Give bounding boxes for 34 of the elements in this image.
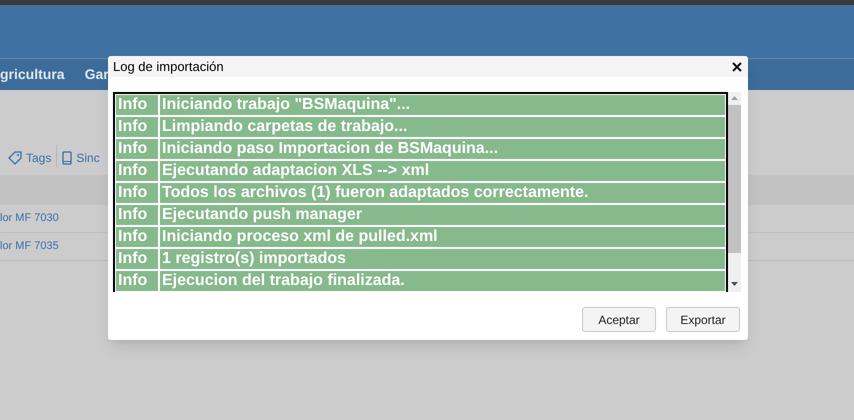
log-message: Iniciando paso Importacion de BSMaquina...: [160, 139, 725, 159]
log-level: Info: [116, 249, 158, 269]
log-message: Ejecucion del trabajo finalizada.: [160, 271, 725, 291]
phone-icon: [62, 151, 72, 165]
log-level: Info: [116, 271, 158, 291]
log-level: Info: [116, 117, 158, 137]
table-link[interactable]: lor MF 7035: [0, 238, 59, 255]
dialog-title: Log de importación: [113, 58, 224, 76]
tags-button[interactable]: Tags: [8, 149, 52, 167]
scrollbar[interactable]: [728, 92, 741, 292]
log-message: Limpiando carpetas de trabajo...: [160, 117, 725, 137]
scroll-thumb[interactable]: [728, 105, 741, 253]
log-message: Iniciando proceso xml de pulled.xml: [160, 227, 725, 247]
table-link[interactable]: lor MF 7030: [0, 210, 59, 227]
log-level: Info: [116, 95, 158, 115]
nav-item[interactable]: gricultura: [0, 64, 65, 85]
log-message: Iniciando trabajo "BSMaquina"...: [160, 95, 725, 115]
scroll-down-icon[interactable]: [731, 282, 738, 286]
scroll-up-icon[interactable]: [731, 96, 738, 100]
log-level: Info: [116, 205, 158, 225]
close-icon[interactable]: [731, 60, 743, 72]
dialog-button[interactable]: Aceptar: [582, 307, 656, 332]
log-message: Ejecutando push manager: [160, 205, 725, 225]
log-message: 1 registro(s) importados: [160, 249, 725, 269]
log-message: Todos los archivos (1) fueron adaptados correctamente.: [160, 183, 725, 203]
dialog-button[interactable]: Exportar: [666, 307, 740, 332]
sync-button[interactable]: Sinc: [62, 149, 100, 167]
log-level: Info: [116, 183, 158, 203]
nav-item[interactable]: Gar: [84, 64, 109, 85]
log-message: Ejecutando adaptacion XLS --> xml: [160, 161, 725, 181]
log-level: Info: [116, 227, 158, 247]
log-level: Info: [116, 139, 158, 159]
log-level: Info: [116, 161, 158, 181]
tag-icon: [8, 151, 22, 165]
